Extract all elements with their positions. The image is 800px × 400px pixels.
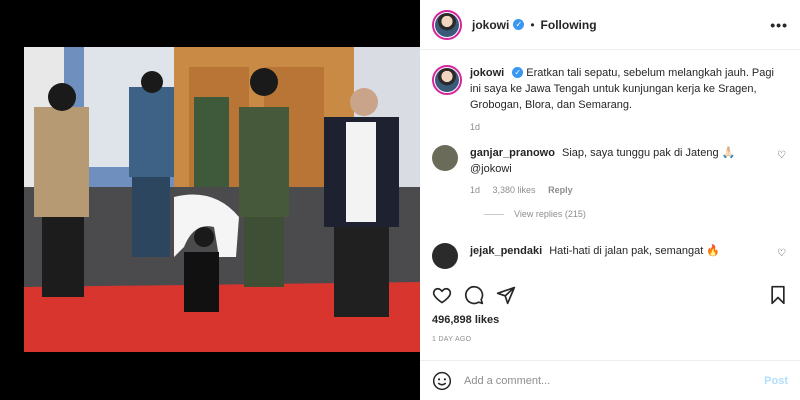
verified-badge-icon: ✓	[512, 67, 524, 78]
author-avatar[interactable]	[432, 9, 462, 40]
header-separator: •	[530, 17, 535, 32]
smiley-icon[interactable]	[432, 371, 452, 391]
comment-text: Hati-hati di jalan pak, semangat 🔥	[549, 245, 721, 257]
view-replies-line	[484, 213, 504, 215]
comment-bubble-icon[interactable]	[464, 285, 484, 305]
likes-count[interactable]: 496,898 likes	[432, 314, 499, 326]
post-header: jokowi ✓ • Following •••	[420, 0, 800, 50]
view-replies-label[interactable]: View replies (215)	[514, 209, 586, 219]
caption-time: 1d	[470, 122, 481, 132]
comment-item: ganjar_pranowo Siap, saya tunggu pak di …	[432, 145, 790, 219]
post-actions	[420, 284, 800, 306]
comment-time: 1d	[470, 185, 481, 195]
post-caption: jokowi ✓ Eratkan tali sepatu, sebelum mel…	[432, 65, 787, 132]
post-photo[interactable]	[24, 47, 420, 352]
bookmark-icon[interactable]	[768, 285, 788, 305]
commenter-avatar[interactable]	[432, 243, 458, 269]
comment-item: jejak_pendaki Hati-hati di jalan pak, se…	[432, 243, 790, 269]
caption-avatar[interactable]	[432, 65, 462, 95]
verified-badge-icon: ✓	[513, 19, 525, 30]
view-replies-button[interactable]: View replies (215)	[484, 209, 790, 219]
following-button[interactable]: Following	[541, 18, 597, 32]
comment-username[interactable]: jejak_pendaki	[470, 245, 542, 257]
reply-button[interactable]: Reply	[548, 185, 573, 195]
heart-icon[interactable]	[432, 285, 452, 305]
paper-plane-icon[interactable]	[496, 285, 516, 305]
post-media[interactable]	[0, 0, 420, 400]
photo-scene	[24, 47, 420, 352]
more-options-icon[interactable]: •••	[770, 17, 788, 33]
comment-likes[interactable]: 3,380 likes	[493, 185, 536, 195]
comment-username[interactable]: ganjar_pranowo	[470, 147, 555, 159]
caption-username[interactable]: jokowi	[470, 67, 504, 79]
post-comment-button[interactable]: Post	[764, 375, 788, 387]
comment-like-heart-icon[interactable]: ♡	[777, 150, 786, 161]
comment-composer: Post	[420, 360, 800, 400]
comment-like-heart-icon[interactable]: ♡	[777, 248, 786, 259]
comment-list[interactable]: jokowi ✓ Eratkan tali sepatu, sebelum mel…	[420, 51, 800, 271]
post-details-panel: jokowi ✓ • Following ••• jokowi ✓ Eratkan…	[420, 0, 800, 400]
post-timestamp: 1 DAY AGO	[432, 336, 472, 343]
comment-input[interactable]	[464, 374, 765, 387]
author-username[interactable]: jokowi	[472, 18, 509, 32]
commenter-avatar[interactable]	[432, 145, 458, 171]
